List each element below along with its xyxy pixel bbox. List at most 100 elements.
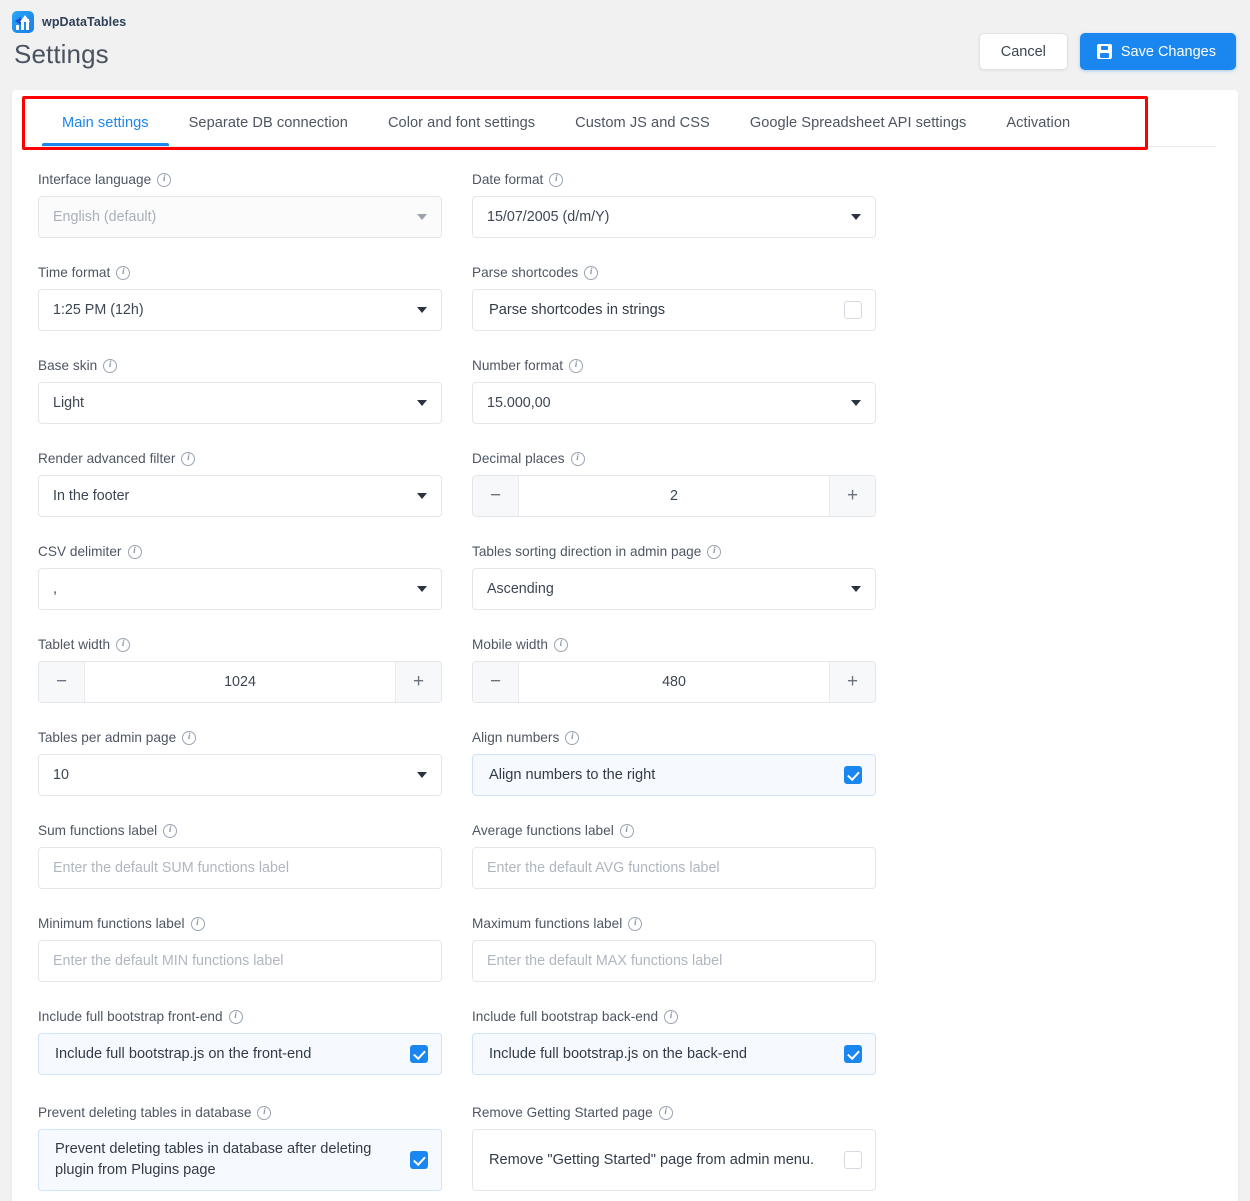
- field-minimum-functions-label: Minimum functions label i Enter the defa…: [38, 916, 442, 1009]
- info-icon[interactable]: i: [565, 730, 580, 745]
- csv-delimiter-select[interactable]: ,: [38, 568, 442, 610]
- sum-functions-label-input[interactable]: Enter the default SUM functions label: [38, 847, 442, 889]
- decimal-places-value[interactable]: 2: [519, 476, 829, 516]
- label-text: Remove Getting Started page: [472, 1105, 653, 1120]
- minimum-functions-label-placeholder: Enter the default MIN functions label: [53, 953, 284, 969]
- field-mobile-width: Mobile width i − 480 +: [472, 637, 876, 730]
- label-text: CSV delimiter: [38, 544, 122, 559]
- settings-card: Main settings Separate DB connection Col…: [12, 90, 1238, 1201]
- label-prevent-deleting-tables: Prevent deleting tables in database i: [38, 1105, 442, 1120]
- info-icon[interactable]: i: [181, 451, 196, 466]
- info-icon[interactable]: i: [116, 637, 131, 652]
- prevent-deleting-tables-checkbox-row[interactable]: Prevent deleting tables in database afte…: [38, 1129, 442, 1191]
- field-remove-getting-started: Remove Getting Started page i Remove "Ge…: [472, 1105, 876, 1201]
- info-icon[interactable]: i: [190, 916, 205, 931]
- info-icon[interactable]: i: [570, 451, 585, 466]
- chevron-down-icon: [851, 586, 861, 592]
- tables-per-admin-page-select[interactable]: 10: [38, 754, 442, 796]
- label-parse-shortcodes: Parse shortcodes i: [472, 265, 876, 280]
- tab-list: Main settings Separate DB connection Col…: [12, 90, 1238, 146]
- info-icon[interactable]: i: [569, 358, 584, 373]
- maximum-functions-label-placeholder: Enter the default MAX functions label: [487, 953, 723, 969]
- label-text: Maximum functions label: [472, 916, 623, 931]
- bootstrap-back-end-checkbox-row[interactable]: Include full bootstrap.js on the back-en…: [472, 1033, 876, 1075]
- info-icon[interactable]: i: [584, 265, 599, 280]
- info-icon[interactable]: i: [182, 730, 197, 745]
- tables-sorting-direction-select[interactable]: Ascending: [472, 568, 876, 610]
- label-text: Tables per admin page: [38, 730, 177, 745]
- info-icon[interactable]: i: [619, 823, 634, 838]
- bootstrap-front-end-checkbox[interactable]: [410, 1045, 428, 1063]
- tablet-width-stepper: − 1024 +: [38, 661, 442, 703]
- tablet-width-decrement[interactable]: −: [39, 662, 85, 702]
- prevent-deleting-tables-checkbox[interactable]: [410, 1151, 428, 1169]
- info-icon[interactable]: i: [707, 544, 722, 559]
- maximum-functions-label-input[interactable]: Enter the default MAX functions label: [472, 940, 876, 982]
- info-icon[interactable]: i: [553, 637, 568, 652]
- label-text: Sum functions label: [38, 823, 158, 838]
- decimal-places-increment[interactable]: +: [829, 476, 875, 516]
- label-maximum-functions-label: Maximum functions label i: [472, 916, 876, 931]
- info-icon[interactable]: i: [257, 1105, 272, 1120]
- align-numbers-checkbox-row[interactable]: Align numbers to the right: [472, 754, 876, 796]
- remove-getting-started-checkbox-row[interactable]: Remove "Getting Started" page from admin…: [472, 1129, 876, 1191]
- cancel-button[interactable]: Cancel: [978, 33, 1068, 70]
- field-tables-sorting-direction: Tables sorting direction in admin page i…: [472, 544, 876, 637]
- average-functions-label-input[interactable]: Enter the default AVG functions label: [472, 847, 876, 889]
- parse-shortcodes-checkbox[interactable]: [844, 301, 862, 319]
- save-changes-button[interactable]: Save Changes: [1079, 33, 1236, 70]
- chevron-down-icon: [851, 400, 861, 406]
- tab-main-settings[interactable]: Main settings: [42, 115, 169, 146]
- info-icon[interactable]: i: [628, 916, 643, 931]
- info-icon[interactable]: i: [163, 823, 178, 838]
- info-icon[interactable]: i: [116, 265, 131, 280]
- tab-google-spreadsheet-api-settings[interactable]: Google Spreadsheet API settings: [730, 115, 987, 146]
- tab-color-and-font-settings[interactable]: Color and font settings: [368, 115, 555, 146]
- tablet-width-increment[interactable]: +: [395, 662, 441, 702]
- label-text: Minimum functions label: [38, 916, 185, 931]
- tablet-width-value[interactable]: 1024: [85, 662, 395, 702]
- mobile-width-increment[interactable]: +: [829, 662, 875, 702]
- tab-activation[interactable]: Activation: [986, 115, 1090, 146]
- info-icon[interactable]: i: [658, 1105, 673, 1120]
- settings-form: Interface language i English (default) D…: [12, 150, 1238, 1201]
- render-advanced-filter-select[interactable]: In the footer: [38, 475, 442, 517]
- label-average-functions-label: Average functions label i: [472, 823, 876, 838]
- interface-language-select[interactable]: English (default): [38, 196, 442, 238]
- label-text: Tables sorting direction in admin page: [472, 544, 702, 559]
- time-format-select[interactable]: 1:25 PM (12h): [38, 289, 442, 331]
- chevron-down-icon: [417, 307, 427, 313]
- bootstrap-back-end-checkbox[interactable]: [844, 1045, 862, 1063]
- number-format-select[interactable]: 15.000,00: [472, 382, 876, 424]
- info-icon[interactable]: i: [127, 544, 142, 559]
- tab-separate-db-connection[interactable]: Separate DB connection: [169, 115, 368, 146]
- label-number-format: Number format i: [472, 358, 876, 373]
- label-text: Align numbers: [472, 730, 560, 745]
- bootstrap-back-end-text: Include full bootstrap.js on the back-en…: [489, 1045, 747, 1062]
- parse-shortcodes-checkbox-row[interactable]: Parse shortcodes in strings: [472, 289, 876, 331]
- info-icon[interactable]: i: [664, 1009, 679, 1024]
- label-text: Include full bootstrap front-end: [38, 1009, 223, 1024]
- field-bootstrap-back-end: Include full bootstrap back-end i Includ…: [472, 1009, 876, 1105]
- decimal-places-decrement[interactable]: −: [473, 476, 519, 516]
- minimum-functions-label-input[interactable]: Enter the default MIN functions label: [38, 940, 442, 982]
- info-icon[interactable]: i: [228, 1009, 243, 1024]
- info-icon[interactable]: i: [157, 172, 172, 187]
- label-interface-language: Interface language i: [38, 172, 442, 187]
- mobile-width-value[interactable]: 480: [519, 662, 829, 702]
- base-skin-value: Light: [53, 395, 85, 411]
- tab-custom-js-and-css[interactable]: Custom JS and CSS: [555, 115, 730, 146]
- base-skin-select[interactable]: Light: [38, 382, 442, 424]
- mobile-width-decrement[interactable]: −: [473, 662, 519, 702]
- chevron-down-icon: [417, 214, 427, 220]
- label-remove-getting-started: Remove Getting Started page i: [472, 1105, 876, 1120]
- remove-getting-started-checkbox[interactable]: [844, 1151, 862, 1169]
- field-bootstrap-front-end: Include full bootstrap front-end i Inclu…: [38, 1009, 442, 1105]
- align-numbers-checkbox[interactable]: [844, 766, 862, 784]
- info-icon[interactable]: i: [103, 358, 118, 373]
- bootstrap-front-end-checkbox-row[interactable]: Include full bootstrap.js on the front-e…: [38, 1033, 442, 1075]
- field-sum-functions-label: Sum functions label i Enter the default …: [38, 823, 442, 916]
- date-format-select[interactable]: 15/07/2005 (d/m/Y): [472, 196, 876, 238]
- tabs-container: Main settings Separate DB connection Col…: [12, 90, 1238, 150]
- info-icon[interactable]: i: [549, 172, 564, 187]
